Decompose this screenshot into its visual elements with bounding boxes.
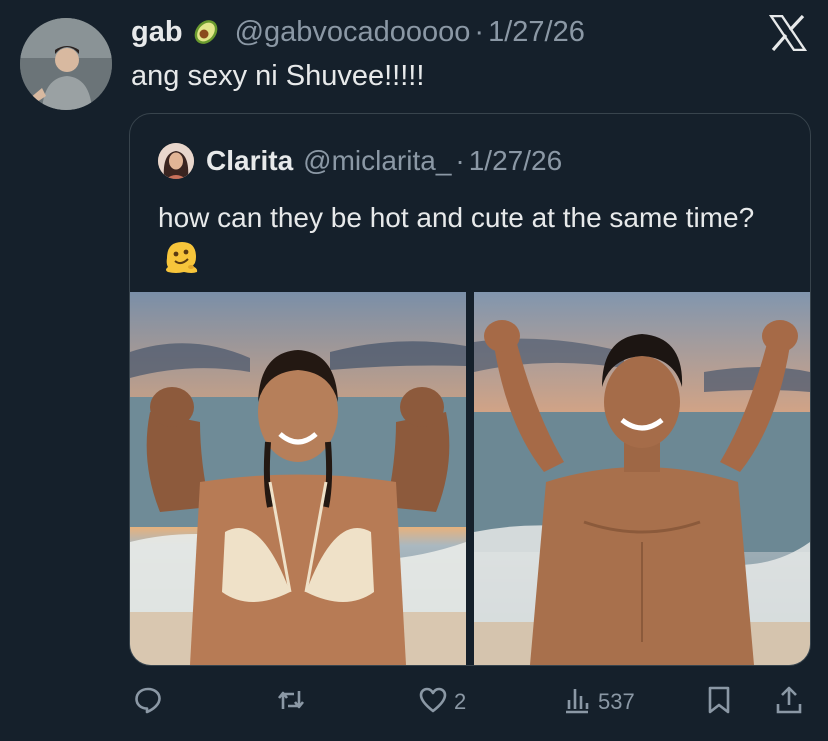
share-button[interactable] bbox=[774, 675, 804, 729]
bookmark-icon bbox=[704, 685, 734, 720]
bookmark-button[interactable] bbox=[704, 675, 734, 729]
tweet-actions: 2 537 bbox=[0, 675, 828, 729]
quoted-author-handle[interactable]: @miclarita_ bbox=[303, 145, 451, 177]
heart-icon bbox=[418, 685, 448, 720]
quoted-text-block: how can they be hot and cute at the same… bbox=[158, 198, 788, 279]
like-button[interactable]: 2 bbox=[418, 675, 466, 729]
quoted-date[interactable]: 1/27/26 bbox=[469, 145, 562, 177]
quoted-text: how can they be hot and cute at the same… bbox=[158, 202, 755, 233]
tweet-text: ang sexy ni Shuvee!!!!! bbox=[131, 60, 425, 92]
photo-woman-flexing[interactable] bbox=[130, 292, 466, 665]
author-avatar[interactable] bbox=[20, 18, 112, 110]
author-name[interactable]: gab bbox=[131, 16, 183, 49]
quoted-author-name[interactable]: Clarita bbox=[206, 145, 293, 177]
separator-dot: · bbox=[474, 15, 485, 48]
retweet-button[interactable] bbox=[276, 675, 312, 729]
quoted-tweet[interactable]: Clarita @miclarita_ · 1/27/26 how can th… bbox=[129, 113, 811, 666]
like-count: 2 bbox=[454, 689, 467, 714]
share-icon bbox=[774, 685, 804, 720]
retweet-icon bbox=[276, 685, 306, 720]
melting-face-icon bbox=[162, 238, 200, 276]
author-handle[interactable]: @gabvocadooooo bbox=[235, 16, 471, 49]
x-logo-icon[interactable] bbox=[768, 14, 808, 52]
photo-man-shirtless[interactable] bbox=[474, 292, 810, 665]
quoted-header: Clarita @miclarita_ · 1/27/26 bbox=[158, 142, 562, 180]
views-count: 537 bbox=[598, 689, 635, 714]
avocado-icon bbox=[191, 17, 221, 47]
tweet-header: gab @gabvocadooooo · 1/27/26 bbox=[131, 12, 585, 52]
views-icon bbox=[562, 685, 592, 720]
quoted-avatar[interactable] bbox=[158, 143, 194, 179]
tweet-date[interactable]: 1/27/26 bbox=[488, 16, 585, 49]
reply-icon bbox=[133, 685, 163, 720]
quoted-separator-dot: · bbox=[455, 145, 465, 176]
reply-button[interactable] bbox=[133, 675, 169, 729]
views-button[interactable]: 537 bbox=[562, 675, 635, 729]
